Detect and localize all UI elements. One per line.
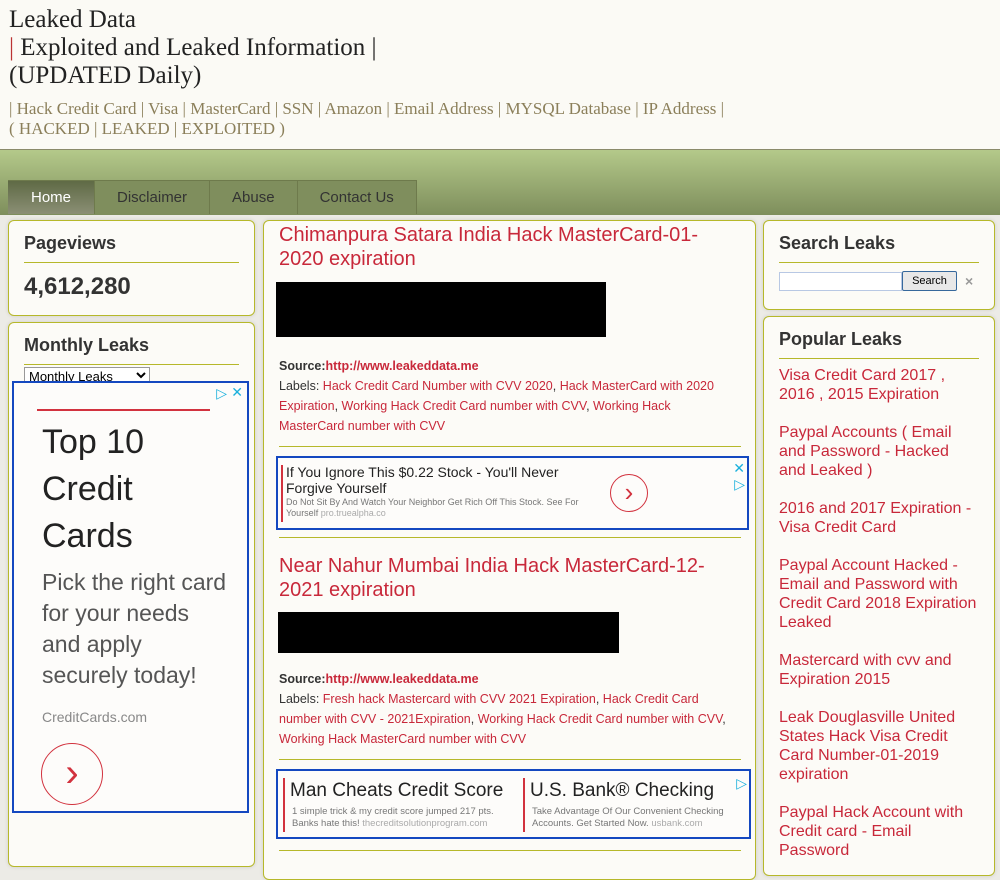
- ad-headline[interactable]: U.S. Bank® Checking: [530, 780, 714, 802]
- tab-abuse[interactable]: Abuse: [210, 181, 298, 214]
- post-2: Near Nahur Mumbai India Hack MasterCard-…: [264, 554, 734, 602]
- tab-contact-us[interactable]: Contact Us: [297, 181, 417, 214]
- ad-headline[interactable]: Man Cheats Credit Score: [290, 780, 503, 802]
- ad-headline[interactable]: If You Ignore This $0.22 Stock - You'll …: [286, 464, 586, 496]
- tab-home[interactable]: Home: [8, 181, 96, 214]
- label-link[interactable]: Fresh hack Mastercard with CVV 2021 Expi…: [323, 692, 596, 706]
- popular-link[interactable]: 2016 and 2017 Expiration - Visa Credit C…: [779, 499, 979, 537]
- divider: [279, 850, 741, 851]
- adchoices-icon[interactable]: ▷: [216, 385, 227, 402]
- blog-description: | Hack Credit Card | Visa | MasterCard |…: [9, 99, 725, 138]
- post-title[interactable]: Chimanpura Satara India Hack MasterCard-…: [279, 223, 719, 271]
- post-footer: Source:http://www.leakeddata.me Labels: …: [279, 672, 726, 746]
- ad-domain: CreditCards.com: [42, 709, 148, 725]
- ad-body: Pick the right card for your needs and a…: [42, 569, 227, 688]
- search-input[interactable]: [779, 271, 902, 291]
- label-link[interactable]: Hack Credit Card Number with CVV 2020: [323, 379, 553, 393]
- search-button[interactable]: Search: [902, 271, 957, 291]
- widget-title: Search Leaks: [779, 233, 979, 263]
- source-link[interactable]: http://www.leakeddata.me: [326, 672, 479, 686]
- divider: [279, 759, 741, 760]
- label-link[interactable]: Working Hack Credit Card number with CVV: [342, 399, 587, 413]
- chevron-right-icon[interactable]: ›: [610, 474, 648, 512]
- redacted-image: [278, 612, 619, 653]
- widget-title: Popular Leaks: [779, 329, 979, 359]
- post-footer: Source:http://www.leakeddata.me Labels: …: [279, 359, 714, 433]
- post-title[interactable]: Near Nahur Mumbai India Hack MasterCard-…: [279, 554, 719, 602]
- popular-link[interactable]: Leak Douglasville United States Hack Vis…: [779, 708, 979, 784]
- blog-title[interactable]: Leaked Data | Exploited and Leaked Infor…: [9, 6, 377, 90]
- nav-tabs: Home Disclaimer Abuse Contact Us: [8, 180, 417, 214]
- pageview-count: 4,612,280: [24, 273, 131, 300]
- main-posts: Chimanpura Satara India Hack MasterCard-…: [263, 220, 756, 880]
- ad-headline[interactable]: Top 10 Credit Cards: [42, 419, 192, 560]
- divider: [279, 446, 741, 447]
- source-link[interactable]: http://www.leakeddata.me: [326, 359, 479, 373]
- ad-2[interactable]: Man Cheats Credit Score 1 simple trick &…: [276, 769, 751, 839]
- adchoices-icon[interactable]: ▷: [736, 775, 747, 792]
- popular-link[interactable]: Paypal Hack Account with Credit card - E…: [779, 803, 979, 860]
- ad-1[interactable]: If You Ignore This $0.22 Stock - You'll …: [276, 456, 749, 530]
- pageviews-widget: Pageviews 4,612,280: [8, 220, 255, 316]
- popular-link[interactable]: Paypal Account Hacked - Email and Passwo…: [779, 556, 979, 632]
- chevron-right-icon[interactable]: ›: [41, 743, 103, 805]
- close-icon[interactable]: ✕: [733, 460, 745, 477]
- widget-title: Pageviews: [24, 233, 239, 263]
- widget-title: Monthly Leaks: [24, 335, 239, 365]
- tab-disclaimer[interactable]: Disclaimer: [95, 181, 211, 214]
- search-widget: Search Leaks Search ×: [763, 220, 995, 310]
- divider: [37, 409, 210, 411]
- clear-icon[interactable]: ×: [965, 273, 973, 289]
- header: Leaked Data | Exploited and Leaked Infor…: [0, 0, 1000, 150]
- left-ad[interactable]: ▷ ✕ Top 10 Credit Cards Pick the right c…: [12, 381, 249, 813]
- adchoices-icon[interactable]: ▷: [734, 476, 745, 493]
- popular-link[interactable]: Paypal Accounts ( Email and Password - H…: [779, 423, 979, 480]
- close-icon[interactable]: ✕: [231, 384, 243, 401]
- popular-link[interactable]: Mastercard with cvv and Expiration 2015: [779, 651, 979, 689]
- redacted-image: [276, 282, 606, 337]
- label-link[interactable]: Working Hack Credit Card number with CVV: [478, 712, 723, 726]
- label-link[interactable]: Working Hack MasterCard number with CVV: [279, 732, 526, 746]
- popular-link[interactable]: Visa Credit Card 2017 , 2016 , 2015 Expi…: [779, 366, 979, 404]
- post-1: Chimanpura Satara India Hack MasterCard-…: [264, 223, 734, 271]
- divider: [279, 537, 741, 538]
- popular-leaks-widget: Popular Leaks Visa Credit Card 2017 , 20…: [763, 316, 995, 876]
